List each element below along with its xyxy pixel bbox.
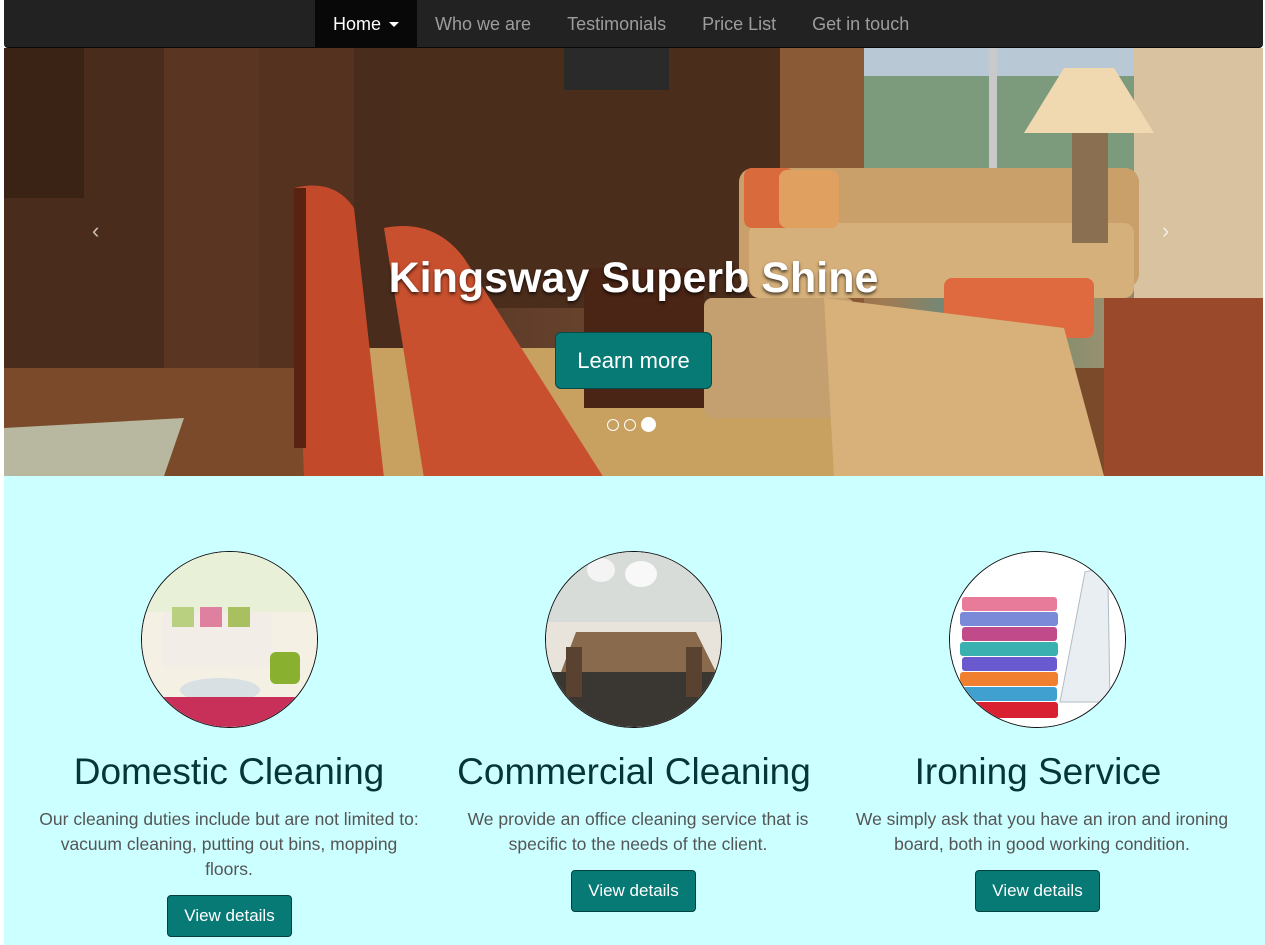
view-details-button[interactable]: View details [571,870,696,912]
nav-price-list-link[interactable]: Price List [702,14,776,35]
nav-item-who-we-are[interactable]: Who we are [417,0,549,48]
nav-get-in-touch-link[interactable]: Get in touch [812,14,909,35]
services-section: Domestic Cleaning Our cleaning duties in… [4,476,1265,945]
service-description: We provide an office cleaning service th… [467,809,809,854]
chevron-right-icon[interactable]: › [1162,218,1169,244]
top-navbar: Home Who we are Testimonials Price List … [4,0,1263,48]
nav-item-get-in-touch[interactable]: Get in touch [794,0,927,48]
view-details-button[interactable]: View details [975,870,1100,912]
service-title: Domestic Cleaning [73,751,385,792]
nav-testimonials-link[interactable]: Testimonials [567,14,666,35]
dining-room-photo [545,551,722,728]
living-room-photo [141,551,318,728]
nav-item-home[interactable]: Home [315,0,418,48]
carousel-indicator-1[interactable] [607,418,619,431]
service-title: Ironing Service [914,751,1162,792]
caret-down-icon [389,21,400,27]
nav-who-we-are-link[interactable]: Who we are [435,14,531,35]
view-details-button[interactable]: View details [167,895,292,937]
nav-list: Home Who we are Testimonials Price List … [315,0,927,48]
hero-carousel: ‹ › Kingsway Superb Shine Learn more [4,48,1263,476]
learn-more-button[interactable]: Learn more [555,332,712,389]
carousel-indicators [607,417,656,432]
nav-item-testimonials[interactable]: Testimonials [549,0,684,48]
laundry-iron-photo [949,551,1126,728]
service-description: We simply ask that you have an iron and … [855,809,1229,854]
carousel-indicator-2[interactable] [624,418,636,431]
service-title: Commercial Cleaning [457,751,811,792]
hero-title: Kingsway Superb Shine [388,254,879,302]
chevron-left-icon[interactable]: ‹ [92,218,99,244]
nav-item-price-list[interactable]: Price List [684,0,794,48]
nav-home-link[interactable]: Home [333,14,381,35]
carousel-indicator-3[interactable] [641,417,656,432]
service-description: Our cleaning duties include but are not … [39,809,419,879]
